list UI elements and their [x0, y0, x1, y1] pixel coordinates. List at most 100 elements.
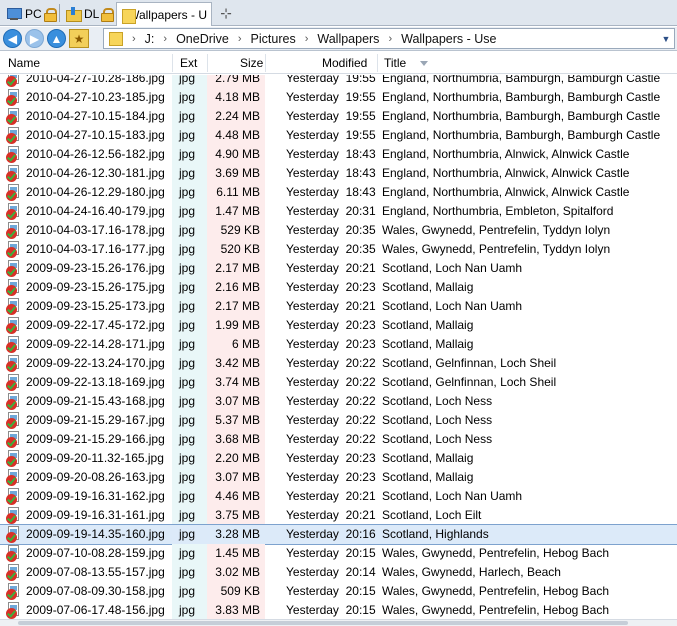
file-row[interactable]: 2009-07-08-13.55-157.jpg jpg 3.02 MB Yester…: [0, 563, 677, 582]
column-ext[interactable]: Ext: [180, 56, 197, 70]
file-row[interactable]: 2010-04-27-10.15-184.jpg jpg 2.24 MB Yester…: [0, 107, 677, 126]
file-title: England, Northumbria, Embleton, Spitalfo…: [382, 204, 614, 218]
jpg-file-icon: [6, 526, 22, 543]
file-modified: Yesterday 20:22: [286, 413, 376, 427]
file-row[interactable]: 2009-09-22-13.24-170.jpg jpg 3.42 MB Yester…: [0, 354, 677, 373]
file-row[interactable]: 2009-09-19-16.31-161.jpg jpg 3.75 MB Yester…: [0, 506, 677, 525]
column-size[interactable]: Size: [240, 56, 263, 70]
jpg-file-icon: [6, 412, 22, 429]
file-size: 6 MB: [231, 337, 260, 351]
jpg-file-icon: [6, 108, 22, 125]
file-row[interactable]: 2009-07-06-17.48-156.jpg jpg 3.83 MB Yester…: [0, 601, 677, 619]
horizontal-scrollbar[interactable]: [0, 619, 677, 626]
file-ext: jpg: [179, 109, 196, 123]
jpg-file-icon: [6, 450, 22, 467]
file-name: 2009-09-20-08.26-163.jpg: [26, 470, 165, 484]
file-modified: Yesterday 19:55: [286, 90, 376, 104]
file-row[interactable]: 2009-09-20-11.32-165.jpg jpg 2.20 MB Yester…: [0, 449, 677, 468]
file-name: 2010-04-26-12.30-181.jpg: [26, 166, 165, 180]
file-row[interactable]: 2009-09-22-13.18-169.jpg jpg 3.74 MB Yester…: [0, 373, 677, 392]
scrollbar-thumb[interactable]: [18, 621, 628, 625]
jpg-file-icon: [6, 184, 22, 201]
file-name: 2009-09-20-11.32-165.jpg: [26, 451, 164, 465]
file-modified: Yesterday 20:23: [286, 318, 376, 332]
sort-descending-icon: [420, 61, 428, 66]
column-header: Name Ext Size Modified Title: [0, 52, 677, 74]
jpg-file-icon: [6, 602, 22, 619]
column-modified[interactable]: Modified: [322, 56, 367, 70]
jpg-file-icon: [6, 431, 22, 448]
column-divider[interactable]: [377, 54, 378, 72]
jpg-file-icon: [6, 75, 22, 87]
file-row[interactable]: 2009-09-23-15.26-176.jpg jpg 2.17 MB Yester…: [0, 259, 677, 278]
jpg-file-icon: [6, 583, 22, 600]
tab-dl[interactable]: DL: [61, 2, 116, 25]
breadcrumb-chevron-icon: ›: [132, 32, 136, 45]
file-ext: jpg: [179, 75, 196, 85]
breadcrumb-drive[interactable]: J:: [145, 32, 155, 46]
file-row[interactable]: 2010-04-27-10.23-185.jpg jpg 4.18 MB Yester…: [0, 88, 677, 107]
column-title[interactable]: Title: [384, 56, 406, 70]
file-size: 3.42 MB: [215, 356, 260, 370]
column-divider[interactable]: [207, 54, 208, 72]
breadcrumb-pictures[interactable]: Pictures: [251, 32, 296, 46]
file-row[interactable]: 2009-09-21-15.29-166.jpg jpg 3.68 MB Yester…: [0, 430, 677, 449]
file-row[interactable]: 2009-09-19-16.31-162.jpg jpg 4.46 MB Yester…: [0, 487, 677, 506]
jpg-file-icon: [6, 564, 22, 581]
file-title: Scotland, Loch Eilt: [382, 508, 482, 522]
file-ext: jpg: [179, 242, 196, 256]
file-row[interactable]: 2010-04-26-12.56-182.jpg jpg 4.90 MB Yester…: [0, 145, 677, 164]
tab-wallpapers[interactable]: Wallpapers - U: [116, 2, 212, 26]
file-name: 2009-09-21-15.29-166.jpg: [26, 432, 165, 446]
breadcrumb-wallpapers[interactable]: Wallpapers: [317, 32, 379, 46]
file-row[interactable]: 2010-04-03-17.16-177.jpg jpg 520 KB Yesterd…: [0, 240, 677, 259]
file-row[interactable]: 2009-09-22-14.28-171.jpg jpg 6 MB Yesterday…: [0, 335, 677, 354]
file-row[interactable]: 2009-09-21-15.43-168.jpg jpg 3.07 MB Yester…: [0, 392, 677, 411]
address-field[interactable]: › J: › OneDrive › Pictures › Wallpapers …: [103, 28, 675, 49]
file-row[interactable]: 2010-04-26-12.29-180.jpg jpg 6.11 MB Yester…: [0, 183, 677, 202]
column-divider[interactable]: [265, 54, 266, 72]
breadcrumb-wallpapers-use[interactable]: Wallpapers - Use: [401, 32, 496, 46]
file-row[interactable]: 2010-04-03-17.16-178.jpg jpg 529 KB Yesterd…: [0, 221, 677, 240]
file-ext: jpg: [179, 299, 196, 313]
column-name[interactable]: Name: [8, 56, 40, 70]
file-title: Wales, Gwynedd, Pentrefelin, Hebog Bach: [382, 546, 610, 560]
file-row[interactable]: 2009-09-23-15.26-175.jpg jpg 2.16 MB Yester…: [0, 278, 677, 297]
file-ext: jpg: [179, 584, 196, 598]
file-name: 2009-09-22-17.45-172.jpg: [26, 318, 165, 332]
file-size: 4.46 MB: [215, 489, 260, 503]
new-tab-button[interactable]: ⊹: [218, 5, 234, 21]
file-size: 3.07 MB: [215, 470, 260, 484]
up-button[interactable]: ▲: [47, 29, 66, 48]
jpg-file-icon: [6, 146, 22, 163]
file-row[interactable]: 2009-09-23-15.25-173.jpg jpg 2.17 MB Yester…: [0, 297, 677, 316]
column-divider[interactable]: [172, 54, 173, 72]
file-ext: jpg: [179, 508, 196, 522]
address-dropdown-button[interactable]: ▼: [658, 29, 674, 48]
file-row[interactable]: 2009-09-20-08.26-163.jpg jpg 3.07 MB Yester…: [0, 468, 677, 487]
file-modified: Yesterday 20:35: [286, 242, 376, 256]
file-row[interactable]: 2009-09-22-17.45-172.jpg jpg 1.99 MB Yester…: [0, 316, 677, 335]
file-ext: jpg: [179, 147, 196, 161]
file-modified: Yesterday 20:23: [286, 337, 376, 351]
computer-icon: [6, 7, 22, 21]
file-row[interactable]: 2009-07-10-08.28-159.jpg jpg 1.45 MB Yester…: [0, 544, 677, 563]
folder-icon: [109, 31, 123, 46]
file-list[interactable]: 2010-04-27-10.28-186.jpg jpg 2.79 MB Yester…: [0, 75, 677, 619]
file-row[interactable]: 2010-04-27-10.28-186.jpg jpg 2.79 MB Yester…: [0, 75, 677, 88]
file-modified: Yesterday 20:23: [286, 470, 376, 484]
tab-label: PC: [25, 6, 42, 21]
file-row[interactable]: 2010-04-27-10.15-183.jpg jpg 4.48 MB Yester…: [0, 126, 677, 145]
file-name: 2010-04-03-17.16-178.jpg: [26, 223, 165, 237]
breadcrumb-onedrive[interactable]: OneDrive: [176, 32, 229, 46]
file-title: Scotland, Mallaig: [382, 318, 474, 332]
favorites-button[interactable]: ★: [69, 29, 89, 48]
file-row[interactable]: 2009-09-19-14.35-160.jpg jpg 3.28 MB Yester…: [0, 524, 677, 545]
file-row[interactable]: 2010-04-26-12.30-181.jpg jpg 3.69 MB Yester…: [0, 164, 677, 183]
tab-pc[interactable]: PC: [2, 2, 59, 25]
back-button[interactable]: ◀: [3, 29, 22, 48]
file-row[interactable]: 2009-09-21-15.29-167.jpg jpg 5.37 MB Yester…: [0, 411, 677, 430]
file-row[interactable]: 2010-04-24-16.40-179.jpg jpg 1.47 MB Yester…: [0, 202, 677, 221]
file-row[interactable]: 2009-07-08-09.30-158.jpg jpg 509 KB Yesterd…: [0, 582, 677, 601]
forward-button[interactable]: ▶: [25, 29, 44, 48]
